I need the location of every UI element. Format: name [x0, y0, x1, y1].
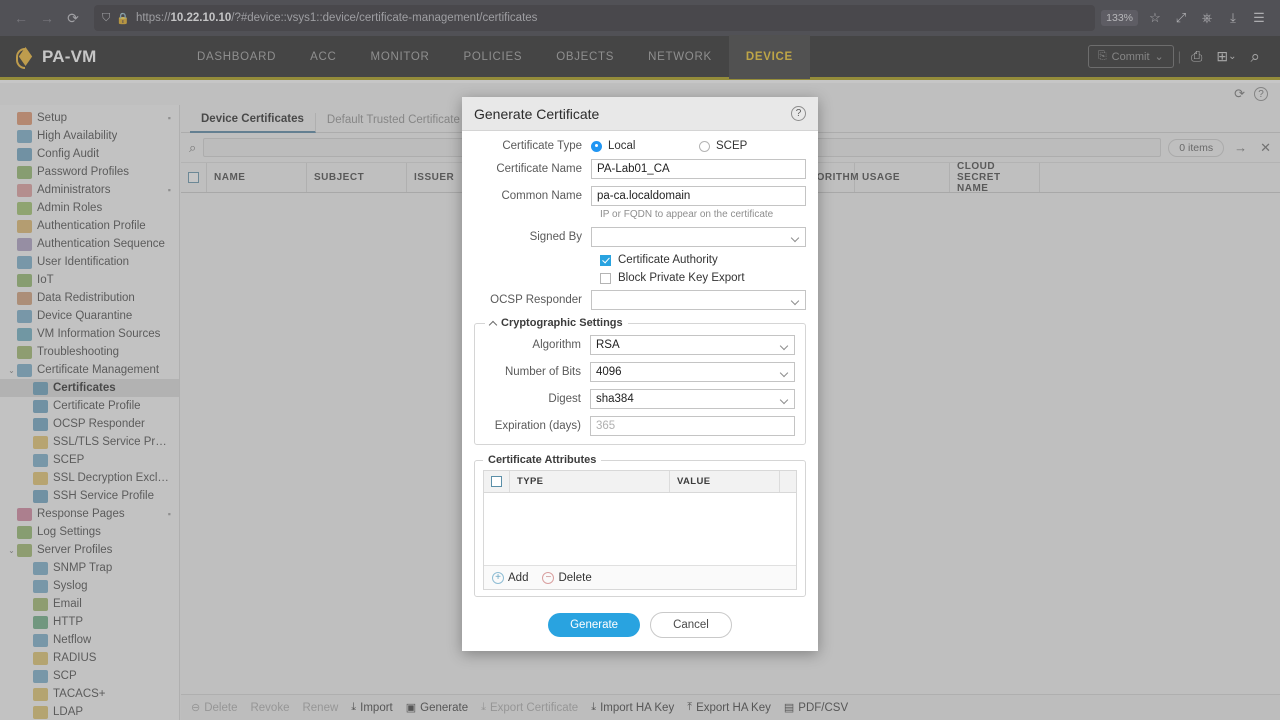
ocsp-responder-label: OCSP Responder — [490, 294, 582, 306]
common-name-label: Common Name — [501, 190, 582, 202]
collapse-caret-icon — [488, 320, 498, 330]
dialog-title: Generate Certificate — [474, 105, 600, 122]
algorithm-select[interactable]: RSA — [590, 335, 795, 355]
certificate-attributes-legend: Certificate Attributes — [488, 454, 597, 466]
select-all-checkbox[interactable] — [491, 476, 502, 487]
radio-scep-label: SCEP — [716, 140, 748, 152]
radio-scep-indicator — [699, 140, 710, 152]
minus-circle-icon: − — [542, 571, 555, 584]
certificate-name-row: Certificate Name — [474, 159, 806, 179]
signed-by-select[interactable] — [591, 227, 806, 247]
dialog-body: Certificate Type Local SCEP Certificate … — [462, 131, 818, 599]
cryptographic-settings-title: Cryptographic Settings — [501, 317, 623, 329]
generate-certificate-dialog: Generate Certificate ? Certificate Type … — [462, 97, 818, 651]
generate-button[interactable]: Generate — [548, 613, 641, 637]
block-private-key-export-checkbox[interactable] — [600, 272, 611, 284]
ocsp-responder-select[interactable] — [591, 290, 806, 310]
cancel-button[interactable]: Cancel — [650, 612, 732, 638]
number-of-bits-label: Number of Bits — [504, 366, 581, 378]
plus-circle-icon: + — [492, 571, 504, 584]
algorithm-row: Algorithm RSA — [485, 335, 795, 355]
cryptographic-settings-group: Cryptographic Settings Algorithm RSA Num… — [474, 317, 806, 445]
dialog-footer: Generate Cancel — [462, 599, 818, 651]
attributes-table: TYPE VALUE + Add − Delete — [483, 470, 797, 590]
number-of-bits-row: Number of Bits 4096 — [485, 362, 795, 382]
radio-scep[interactable]: SCEP — [699, 140, 747, 152]
common-name-row: Common Name — [474, 186, 806, 206]
digest-select[interactable]: sha384 — [590, 389, 795, 409]
attributes-column-spacer — [780, 471, 796, 492]
algorithm-label: Algorithm — [532, 339, 581, 351]
digest-row: Digest sha384 — [485, 389, 795, 409]
attributes-select-all-cell[interactable] — [484, 471, 510, 492]
attributes-column-value: VALUE — [670, 471, 780, 492]
common-name-input[interactable] — [591, 186, 806, 206]
block-private-key-export-label: Block Private Key Export — [618, 272, 745, 284]
expiration-label: Expiration (days) — [494, 420, 581, 432]
digest-label: Digest — [548, 393, 581, 405]
certificate-name-label: Certificate Name — [496, 163, 582, 175]
attributes-header-row: TYPE VALUE — [484, 471, 796, 493]
add-attribute-label: Add — [508, 571, 529, 584]
app-root: ← → ⟳ ⛉ 🔒 https://10.22.10.10/?#device::… — [0, 0, 1280, 720]
attributes-footer: + Add − Delete — [484, 565, 796, 589]
add-attribute-button[interactable]: + Add — [492, 571, 529, 584]
expiration-row: Expiration (days) — [485, 416, 795, 436]
certificate-authority-label: Certificate Authority — [618, 254, 718, 266]
certificate-authority-checkbox[interactable] — [600, 254, 611, 266]
delete-attribute-label: Delete — [558, 571, 592, 584]
radio-local-indicator — [591, 140, 602, 152]
dialog-help-icon[interactable]: ? — [791, 106, 806, 121]
certificate-type-label: Certificate Type — [502, 140, 582, 152]
attributes-rows — [484, 493, 796, 565]
certificate-attributes-group: Certificate Attributes TYPE VALUE + Add … — [474, 454, 806, 597]
radio-local-label: Local — [608, 140, 636, 152]
signed-by-label: Signed By — [529, 231, 582, 243]
ocsp-responder-row: OCSP Responder — [474, 290, 806, 310]
certificate-type-radios: Local SCEP — [591, 140, 806, 152]
certificate-name-input[interactable] — [591, 159, 806, 179]
block-private-key-export-row[interactable]: Block Private Key Export — [474, 272, 806, 284]
number-of-bits-select[interactable]: 4096 — [590, 362, 795, 382]
certificate-type-row: Certificate Type Local SCEP — [474, 140, 806, 152]
common-name-hint: IP or FQDN to appear on the certificate — [600, 209, 774, 220]
delete-attribute-button[interactable]: − Delete — [542, 571, 592, 584]
radio-local[interactable]: Local — [591, 140, 699, 152]
attributes-column-type: TYPE — [510, 471, 670, 492]
expiration-input[interactable] — [590, 416, 795, 436]
signed-by-row: Signed By — [474, 227, 806, 247]
certificate-authority-row[interactable]: Certificate Authority — [474, 254, 806, 266]
cryptographic-settings-legend[interactable]: Cryptographic Settings — [485, 317, 628, 330]
dialog-header: Generate Certificate ? — [462, 97, 818, 131]
